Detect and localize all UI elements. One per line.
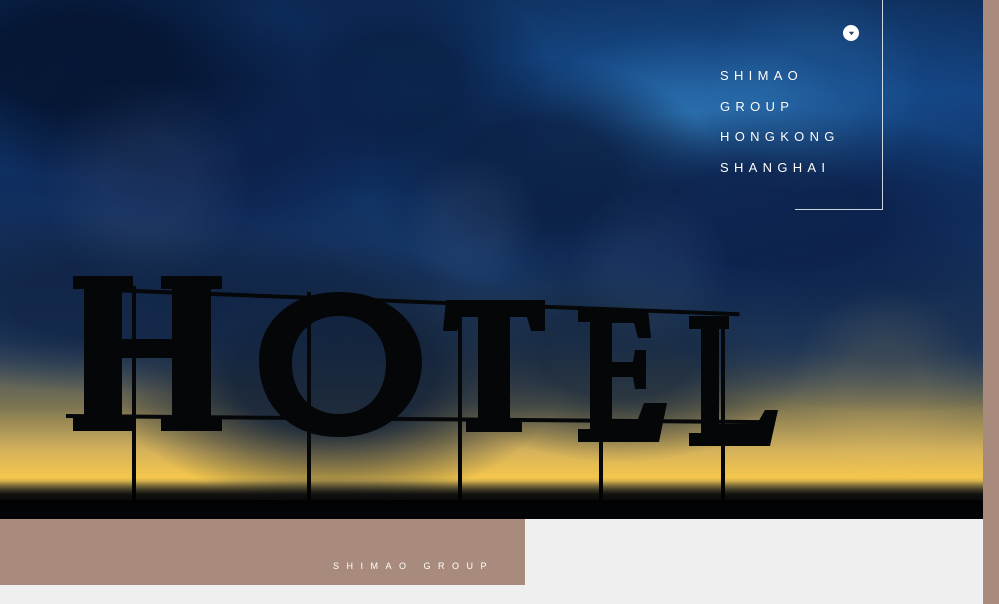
horizon-shadow — [0, 481, 983, 519]
overlay-line-hongkong: HONGKONG — [720, 129, 840, 144]
sign-letter-e — [578, 309, 667, 442]
chevron-down-icon[interactable] — [843, 25, 859, 41]
sign-post-3 — [458, 304, 462, 500]
right-accent-strip — [983, 0, 999, 604]
sign-letter-l — [689, 316, 778, 446]
sign-post-1 — [132, 286, 136, 500]
overlay-line-shimao: SHIMAO — [720, 68, 804, 83]
footer-brand-panel: SHIMAO GROUP — [0, 519, 525, 585]
sign-letter-o — [259, 292, 422, 437]
location-list: SHIMAO GROUP HONGKONG SHANGHAI — [720, 61, 890, 183]
overlay-line-group: GROUP — [720, 98, 795, 114]
sign-post-5 — [721, 317, 725, 500]
overlay-line-shanghai: SHANGHAI — [720, 159, 831, 175]
sign-letter-h — [73, 276, 222, 431]
chevron-down-icon-svg — [848, 31, 854, 35]
hero-banner: SHIMAO GROUP HONGKONG SHANGHAI — [0, 0, 983, 519]
footer-brand-label: SHIMAO GROUP — [332, 561, 494, 571]
page: SHIMAO GROUP HONGKONG SHANGHAI SHIMAO GR… — [0, 0, 999, 604]
footer-empty-panel — [525, 519, 983, 604]
